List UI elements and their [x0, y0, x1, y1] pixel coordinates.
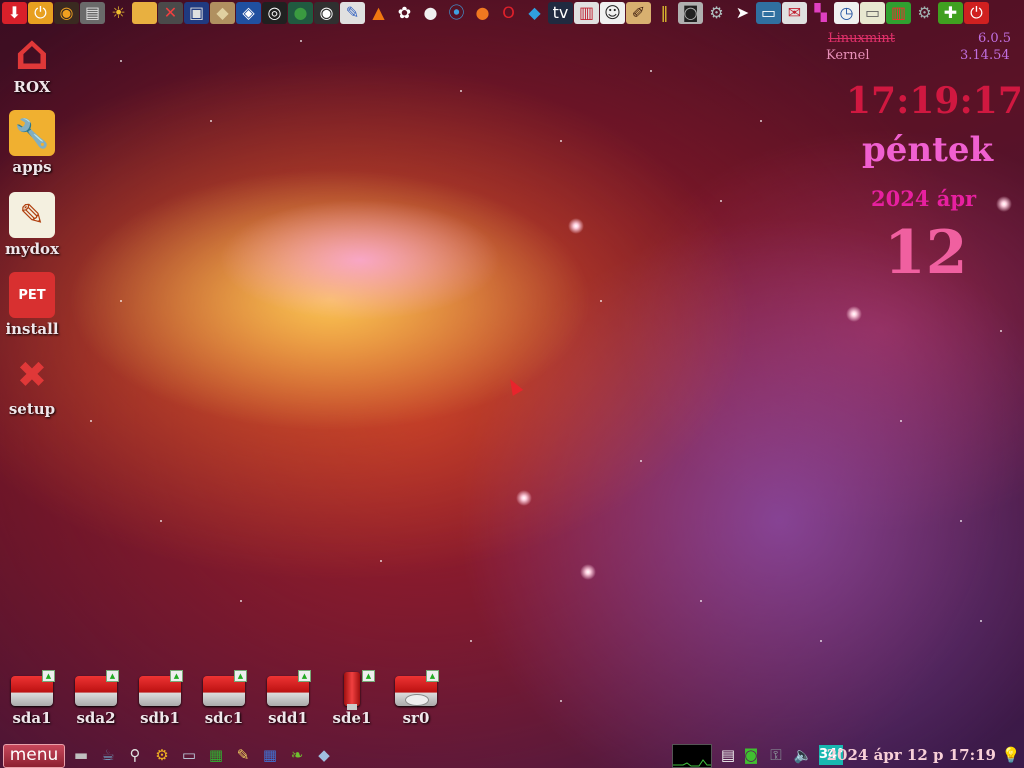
- magnifier-icon[interactable]: ⚲: [124, 745, 146, 765]
- bright-star: [516, 490, 532, 506]
- firefox-icon[interactable]: ●: [470, 2, 495, 24]
- desktop-icon-label: setup: [8, 400, 56, 418]
- lightbulb-icon[interactable]: 💡: [1000, 745, 1022, 765]
- desktop-icon-mydox[interactable]: ✎ mydox: [4, 192, 60, 258]
- taskbar: menu ▬ ☕ ⚲ ⚙ ▭ ▦ ✎ ▦ ❧ ◆ ▤ ◙ ⚿ 🔈 34° 2024 ápr 12 p 1…: [0, 742, 1024, 768]
- hdd-drive-icon: ▲: [9, 668, 55, 708]
- desktop-icon-setup[interactable]: ✖ setup: [4, 352, 60, 419]
- flags-icon[interactable]: ▥: [574, 2, 599, 24]
- media-icon[interactable]: ◎: [262, 2, 287, 24]
- bright-star: [568, 218, 584, 234]
- virtualbox-icon[interactable]: ◈: [236, 2, 261, 24]
- cpu-monitor-graph: [672, 744, 712, 768]
- eraser-icon[interactable]: ◆: [313, 745, 335, 765]
- drive-label: sdd1: [268, 709, 308, 727]
- opera-icon[interactable]: O: [496, 2, 521, 24]
- dog-icon[interactable]: ✿: [392, 2, 417, 24]
- pointer-icon[interactable]: ➤: [730, 2, 755, 24]
- settings-gear-icon[interactable]: ⚙: [151, 745, 173, 765]
- ghost-icon[interactable]: ☺: [600, 2, 625, 24]
- drive-label: sdc1: [204, 709, 244, 727]
- disc-burner-icon[interactable]: ◉: [54, 2, 79, 24]
- conky-distro-version: 6.0.5: [978, 31, 1012, 46]
- webcam-icon[interactable]: ◉: [314, 2, 339, 24]
- paint-icon[interactable]: ✎: [340, 2, 365, 24]
- panda-icon[interactable]: ●: [418, 2, 443, 24]
- dosbox-icon[interactable]: ◆: [210, 2, 235, 24]
- pet-install-icon: PET: [9, 272, 55, 318]
- conky-day: 12: [884, 218, 968, 288]
- desktop-icon-install[interactable]: PET install: [4, 272, 60, 338]
- vlc-icon[interactable]: ▲: [366, 2, 391, 24]
- pencils-icon[interactable]: ‖: [652, 2, 677, 24]
- hdd-drive-icon: ▲: [201, 668, 247, 708]
- bright-star: [846, 306, 862, 322]
- desktop-icon-label: ROX: [13, 78, 51, 96]
- conky-distro-label: Linuxmint: [828, 31, 895, 46]
- rox-home-icon: ⌂: [14, 25, 50, 81]
- drive-sda2[interactable]: ▲ sda2: [70, 668, 122, 727]
- desktop-icon-label: install: [5, 320, 59, 338]
- optical-drive-icon: ▲: [393, 668, 439, 708]
- writer-icon[interactable]: ✎: [232, 745, 254, 765]
- desktop-icon-ROX[interactable]: ⌂ ROX: [4, 25, 60, 96]
- pencil-note-icon[interactable]: ✐: [626, 2, 651, 24]
- volume-icon[interactable]: 🔈: [792, 745, 814, 765]
- notepad-pencil-icon: ✎: [9, 192, 55, 238]
- network-tray-icon[interactable]: ⚿: [765, 745, 787, 765]
- drive-label: sr0: [402, 709, 430, 727]
- power-icon[interactable]: ⏻: [28, 2, 53, 24]
- laptop-icon[interactable]: ▬: [70, 745, 92, 765]
- drive-label: sde1: [332, 709, 372, 727]
- taskbar-clock[interactable]: 2024 ápr 12 p 17:19: [827, 746, 996, 764]
- conky-time: 17:19:17: [846, 80, 1023, 122]
- hdd-drive-icon: ▲: [137, 668, 183, 708]
- conky-widget: Linuxmint 6.0.5 Kernel 3.14.54 17:19:17 …: [784, 0, 1024, 300]
- usb-drive-icon: ▲: [329, 668, 375, 710]
- hdd-drive-icon: ▲: [73, 668, 119, 708]
- database-icon[interactable]: ◙: [740, 745, 762, 765]
- drive-sdd1[interactable]: ▲ sdd1: [262, 668, 314, 727]
- spreadsheet-icon[interactable]: ▦: [205, 745, 227, 765]
- drive-sdc1[interactable]: ▲ sdc1: [198, 668, 250, 727]
- desktop-icon-label: apps: [12, 158, 52, 176]
- bright-star: [580, 564, 596, 580]
- camera-icon[interactable]: ◙: [678, 2, 703, 24]
- conky-kernel-label: Kernel: [826, 48, 870, 63]
- display-icon[interactable]: ▭: [178, 745, 200, 765]
- scanner-icon[interactable]: ▤: [80, 2, 105, 24]
- drive-sdb1[interactable]: ▲ sdb1: [134, 668, 186, 727]
- hdd-drive-icon: ▲: [265, 668, 311, 708]
- clipboard-icon[interactable]: ▤: [717, 745, 739, 765]
- leaf-editor-icon[interactable]: ❧: [286, 745, 308, 765]
- globe-icon[interactable]: ●: [288, 2, 313, 24]
- no-net-icon[interactable]: ✕: [158, 2, 183, 24]
- monitor-icon[interactable]: ▭: [756, 2, 781, 24]
- brightness-icon[interactable]: ☀: [106, 2, 131, 24]
- apps-wrench-icon: 🔧: [9, 110, 55, 156]
- setup-tools-icon: ✖: [16, 354, 48, 396]
- conky-year-month: 2024 ápr: [871, 186, 977, 211]
- drive-sr0[interactable]: ▲ sr0: [390, 668, 442, 727]
- kettle-icon[interactable]: ☕: [97, 745, 119, 765]
- kodi-icon[interactable]: ◆: [522, 2, 547, 24]
- floppy-save-icon[interactable]: ▣: [184, 2, 209, 24]
- conky-weekday: péntek: [862, 130, 994, 170]
- download-arrow-icon[interactable]: ⬇: [2, 2, 27, 24]
- drive-sde1[interactable]: ▲ sde1: [326, 668, 378, 727]
- tv-icon[interactable]: tv: [548, 2, 573, 24]
- calculator-icon[interactable]: ▦: [259, 745, 281, 765]
- drive-label: sda2: [76, 709, 116, 727]
- drive-label: sdb1: [140, 709, 180, 727]
- drive-label: sda1: [12, 709, 52, 727]
- menu-button[interactable]: menu: [3, 744, 65, 768]
- desktop-icon-label: mydox: [4, 240, 60, 258]
- conky-kernel-version: 3.14.54: [960, 48, 1010, 63]
- folder-icon[interactable]: ▬: [132, 2, 157, 24]
- mouse-pointer-icon: [504, 376, 524, 396]
- desktop-icon-apps[interactable]: 🔧 apps: [4, 110, 60, 176]
- drive-sda1[interactable]: ▲ sda1: [6, 668, 58, 727]
- network-icon[interactable]: ⚙: [704, 2, 729, 24]
- wifi-icon[interactable]: ⦿: [444, 2, 469, 24]
